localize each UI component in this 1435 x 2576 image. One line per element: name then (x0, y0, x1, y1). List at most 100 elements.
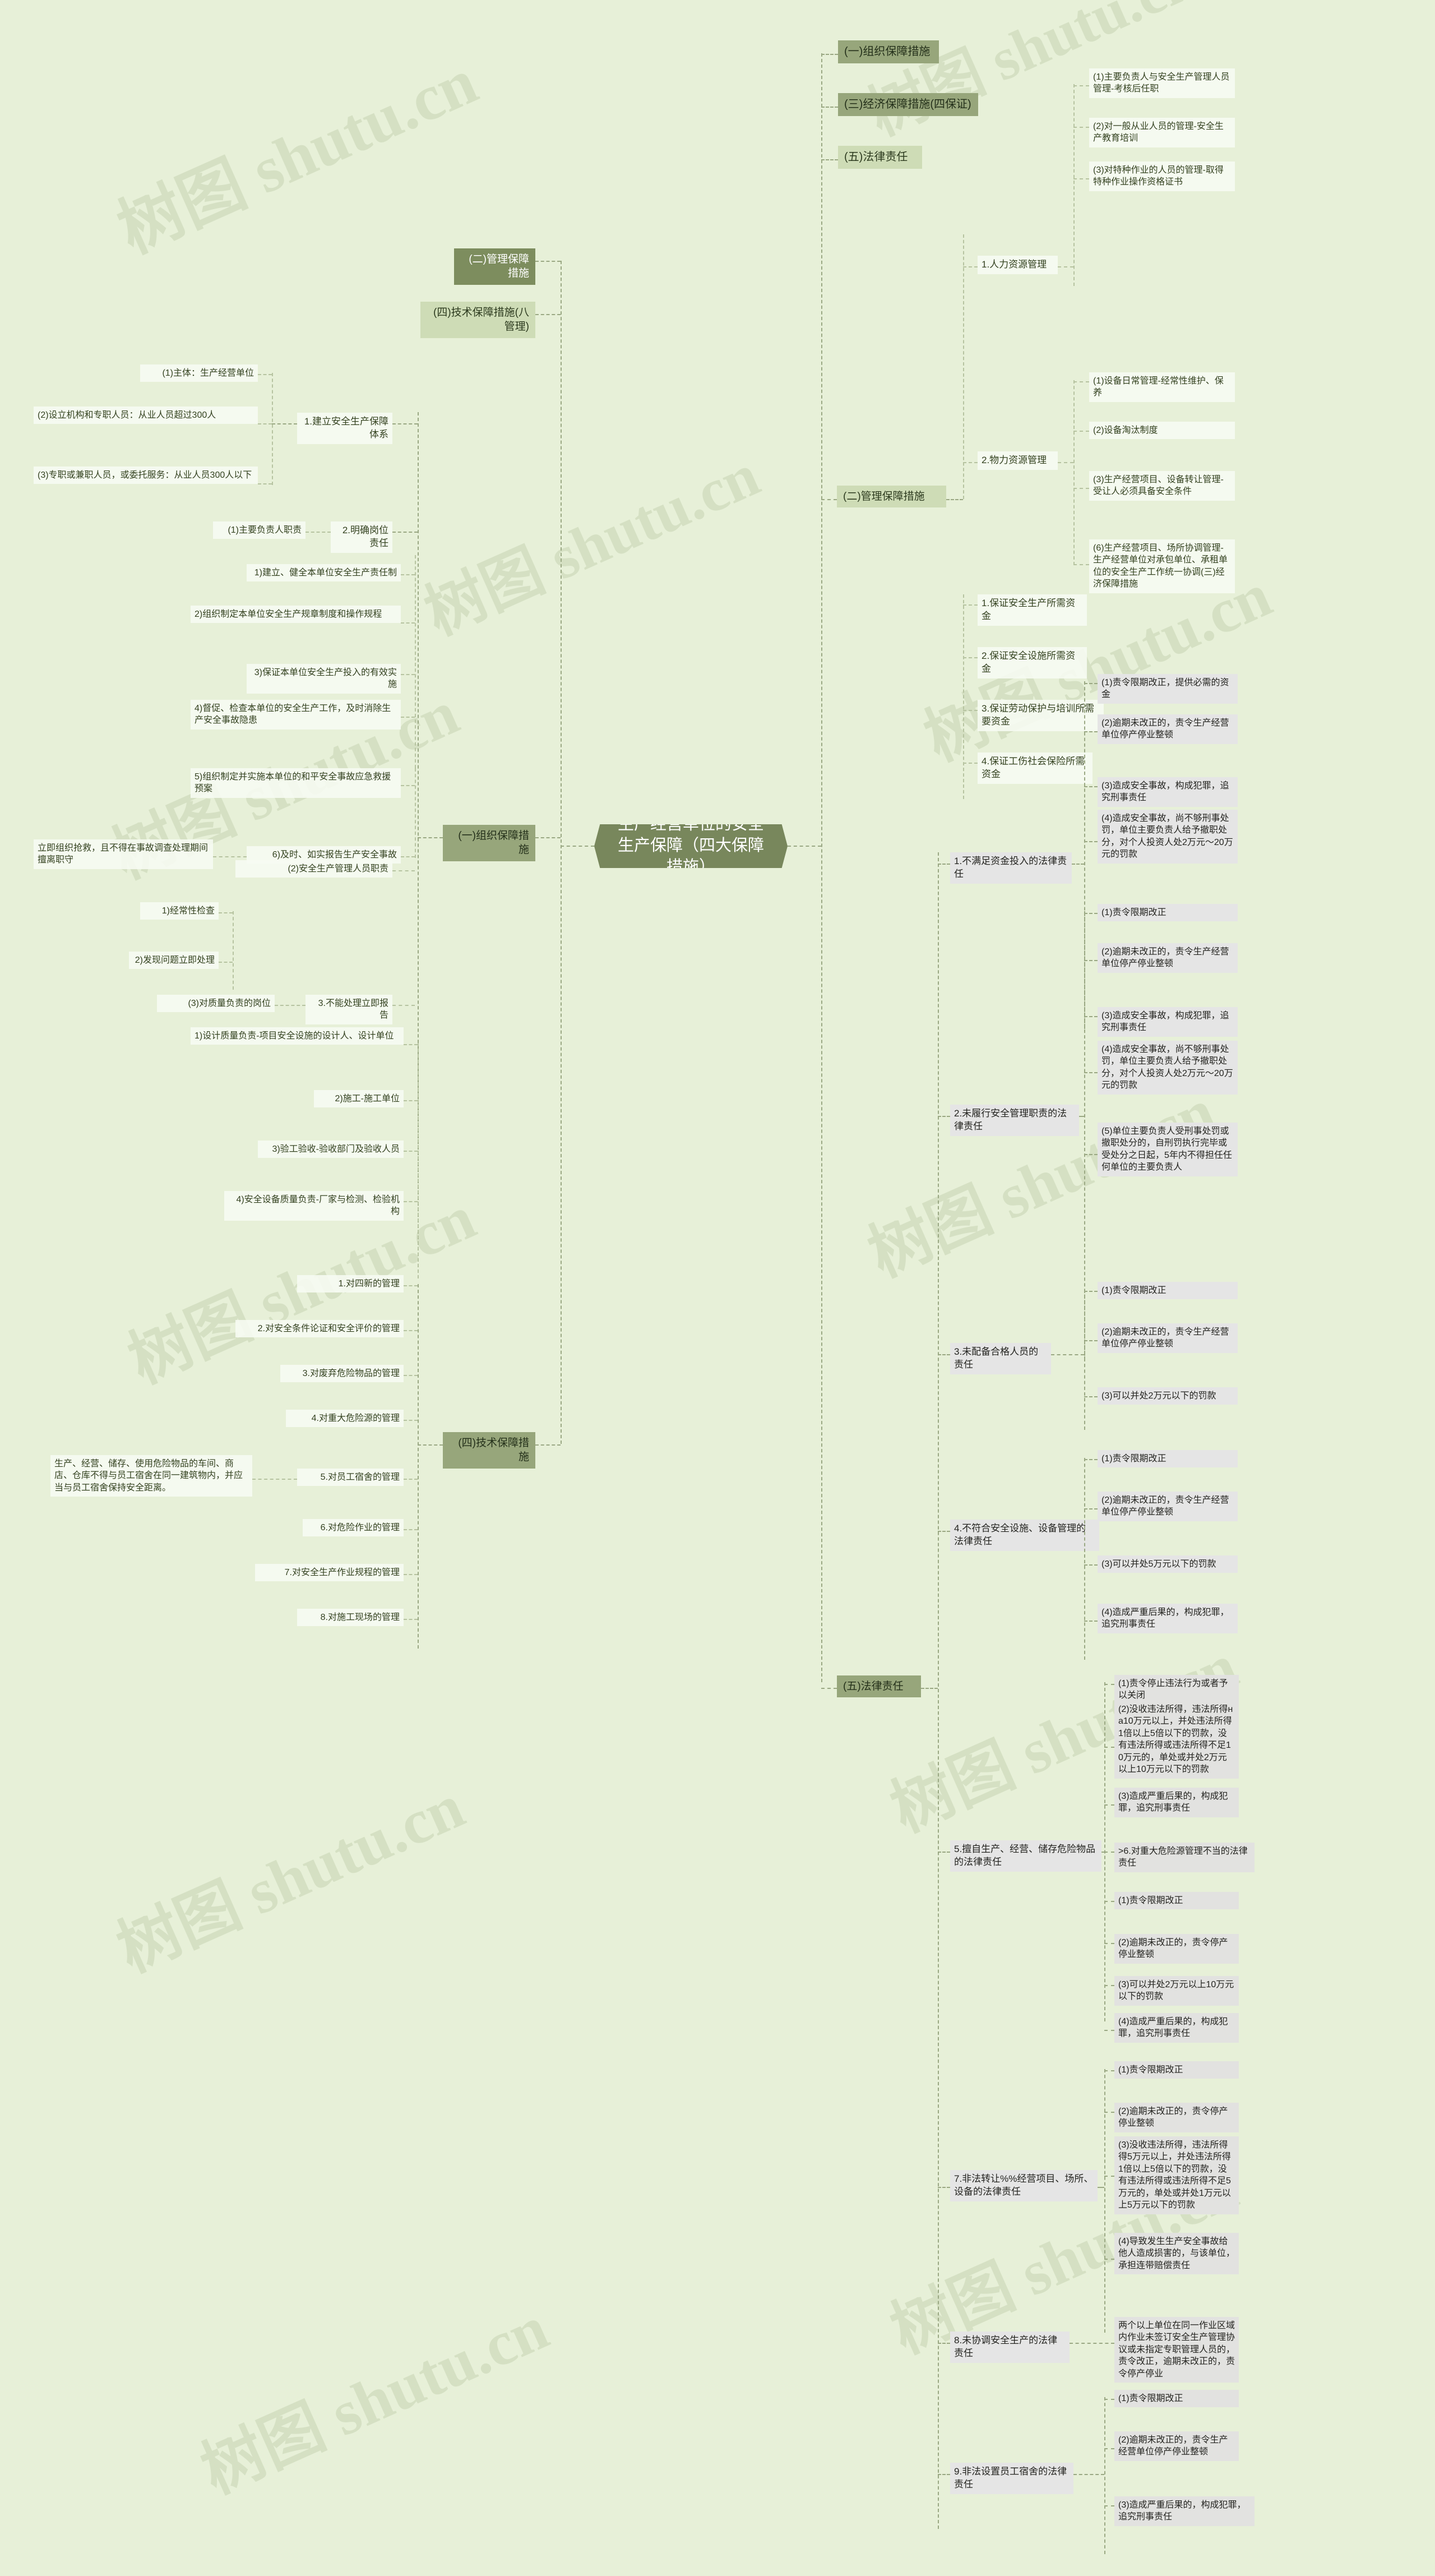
legal-item[interactable]: (1)责令限期改正 (1098, 904, 1238, 922)
connector (272, 373, 273, 485)
hr-item[interactable]: (3)对特种作业的人员的管理-取得特种作业操作资格证书 (1089, 161, 1235, 191)
branch-org-measures[interactable]: (一)组织保障措施 (838, 40, 939, 63)
legal-item[interactable]: (4)造成严重后果的，构成犯罪，追究刑事责任 (1098, 1604, 1238, 1633)
branch-legal-node[interactable]: (五)法律责任 (837, 1675, 921, 1698)
branch-econ-measures[interactable]: (三)经济保障措施(四保证) (838, 93, 978, 116)
branch-tech-node[interactable]: (四)技术保障措施 (443, 1432, 535, 1469)
group-material-management[interactable]: 2.物力资源管理 (978, 451, 1058, 470)
principal-duty-item[interactable]: 1)建立、健全本单位安全生产责任制 (247, 564, 401, 582)
tech-item[interactable]: 4.对重大危险源的管理 (286, 1410, 404, 1428)
legal-item[interactable]: (2)没收违法所得，违法所得на10万元以上，并处违法所得1倍以上5倍以下的罚款… (1114, 1701, 1239, 1779)
legal-item[interactable]: (3)没收违法所得，违法所得得5万元以上，并处违法所得1倍以上5倍以下的罚款，没… (1114, 2136, 1239, 2214)
legal-item[interactable]: (3)可以并处2万元以下的罚款 (1098, 1387, 1238, 1405)
tech-item[interactable]: 6.对危险作业的管理 (303, 1519, 404, 1537)
principal-duty-item[interactable]: 4)督促、检查本单位的安全生产工作，及时消除生产安全事故隐患 (191, 700, 401, 730)
connector (404, 1529, 418, 1530)
connector (535, 261, 561, 262)
legal-item[interactable]: (1)责令限期改正 (1114, 2390, 1239, 2408)
branch-mgmt-label-left[interactable]: (二)管理保障措施 (454, 248, 535, 285)
legal-item[interactable]: 两个以上单位在同一作业区域内作业未签订安全生产管理协议或未指定专职管理人员的，责… (1114, 2317, 1239, 2383)
legal-item[interactable]: (1)责令限期改正 (1114, 1892, 1239, 1910)
legal-item[interactable]: (4)造成安全事故，尚不够刑事处罚，单位主要负责人给予撤职处分，对个人投资人处2… (1098, 1041, 1238, 1095)
safety-mgr-item[interactable]: 1)经常性检查 (140, 902, 219, 920)
legal-item[interactable]: (3)造成严重后果的，构成犯罪，追究刑事责任 (1114, 1788, 1239, 1817)
tech-item[interactable]: 8.对施工现场的管理 (297, 1609, 404, 1627)
econ-item[interactable]: 4.保证工伤社会保险所需资金 (978, 753, 1093, 784)
branch-legal-responsibility[interactable]: (五)法律责任 (838, 146, 922, 169)
material-item[interactable]: (2)设备淘汰制度 (1089, 422, 1235, 440)
legal-item[interactable]: (2)逾期未改正的，责令生产经营单位停产停业整顿 (1098, 714, 1238, 744)
principal-duty-note[interactable]: 立即组织抢救，且不得在事故调查处理期间擅离职守 (34, 839, 213, 869)
legal-group-label[interactable]: 5.擅自生产、经营、储存危险物品的法律责任 (950, 1840, 1101, 1872)
tech-item[interactable]: 5.对员工宿舍的管理 (297, 1469, 404, 1486)
legal-item[interactable]: (4)造成严重后果的，构成犯罪，追究刑事责任 (1114, 2013, 1239, 2043)
branch-tech-label-left[interactable]: (四)技术保障措施(八管理) (420, 302, 535, 338)
tech-item[interactable]: 3.对废弃危险物品的管理 (280, 1365, 404, 1383)
group-post-duty[interactable]: 2.明确岗位责任 (331, 521, 392, 553)
report-sub-label[interactable]: (3)对质量负责的岗位 (157, 995, 275, 1013)
econ-item[interactable]: 1.保证安全生产所需资金 (978, 594, 1087, 626)
principal-duty-item[interactable]: 2)组织制定本单位安全生产规章制度和操作规程 (191, 606, 401, 624)
material-item[interactable]: (6)生产经营项目、场所协调管理-生产经营单位对承包单位、承租单位的安全生产工作… (1089, 539, 1235, 593)
connector (233, 911, 234, 990)
tech-item[interactable]: 7.对安全生产作业规程的管理 (255, 1564, 404, 1582)
legal-item[interactable]: (1)责令限期改正，提供必需的资金 (1098, 674, 1238, 704)
branch-mgmt-measures[interactable]: (二)管理保障措施 (837, 486, 946, 508)
material-item[interactable]: (3)生产经营项目、设备转让管理-受让人必须具备安全条件 (1089, 471, 1235, 501)
legal-item[interactable]: (1)责令停止违法行为或者予以关闭 (1114, 1675, 1239, 1705)
tech-item[interactable]: 1.对四新的管理 (297, 1275, 404, 1293)
hr-item[interactable]: (1)主要负责人与安全生产管理人员管理-考核后任职 (1089, 68, 1235, 98)
legal-item[interactable]: (2)逾期未改正的，责令生产经营单位停产停业整顿 (1098, 1492, 1238, 1521)
group-hr-management[interactable]: 1.人力资源管理 (978, 256, 1058, 274)
legal-item[interactable]: (2)逾期未改正的，责令生产经营单位停产停业整顿 (1098, 1323, 1238, 1353)
legal-item[interactable]: (2)逾期未改正的，责令停产停业整顿 (1114, 1934, 1239, 1964)
econ-item[interactable]: 2.保证安全设施所需资金 (978, 647, 1087, 678)
legal-item[interactable]: (3)可以并处5万元以下的罚款 (1098, 1555, 1238, 1573)
material-item[interactable]: (1)设备日常管理-经常性维护、保养 (1089, 372, 1235, 402)
legal-group-label[interactable]: >6.对重大危险源管理不当的法律责任 (1114, 1843, 1255, 1872)
legal-item[interactable]: (4)导致发生生产安全事故给他人造成损害的，与该单位，承担连带赔偿责任 (1114, 2233, 1239, 2275)
legal-item[interactable]: (2)逾期未改正的，责令停产停业整顿 (1114, 2103, 1239, 2132)
legal-item[interactable]: (3)造成安全事故，构成犯罪，追究刑事责任 (1098, 777, 1238, 807)
system-item[interactable]: (2)设立机构和专职人员：从业人员超过300人 (34, 407, 258, 424)
system-item[interactable]: (3)专职或兼职人员，或委托服务：从业人员300人以下 (34, 467, 258, 484)
legal-item[interactable]: (4)造成安全事故，尚不够刑事处罚，单位主要负责人给予撤职处分，对个人投资人处2… (1098, 810, 1238, 864)
safety-mgr-item[interactable]: 2)发现问题立即处理 (129, 952, 219, 970)
legal-item[interactable]: (1)责令限期改正 (1098, 1450, 1238, 1468)
group-safety-system[interactable]: 1.建立安全生产保障体系 (297, 413, 392, 444)
connector (1104, 1901, 1114, 1902)
legal-item[interactable]: (3)可以并处2万元以上10万元以下的罚款 (1114, 1976, 1239, 2006)
hr-item[interactable]: (2)对一般从业人员的管理-安全生产教育培训 (1089, 118, 1235, 147)
branch-org-label-left[interactable]: (一)组织保障措施 (443, 825, 535, 861)
legal-group-label[interactable]: 4.不符合安全设施、设备管理的法律责任 (950, 1520, 1099, 1551)
legal-item[interactable]: (2)逾期未改正的，责令生产经营单位停产停业整顿 (1114, 2431, 1239, 2461)
safety-mgr-duty-label[interactable]: (2)安全生产管理人员职责 (235, 860, 392, 878)
principal-duty-item[interactable]: 5)组织制定并实施本单位的和平安全事故应急救援预案 (191, 768, 401, 798)
system-item[interactable]: (1)主体：生产经营单位 (140, 364, 258, 382)
quality-item[interactable]: 1)设计质量负责-项目安全设施的设计人、设计单位 (191, 1027, 404, 1045)
connector (401, 785, 415, 786)
principal-duty-label[interactable]: (1)主要负责人职责 (213, 521, 305, 539)
legal-group-label[interactable]: 7.非法转让%%经营项目、场所、设备的法律责任 (950, 2170, 1098, 2201)
legal-item[interactable]: (5)单位主要负责人受刑事处罚或撤职处分的，自刑罚执行完毕或受处分之日起，5年内… (1098, 1123, 1238, 1176)
legal-group-label[interactable]: 8.未协调安全生产的法律责任 (950, 2332, 1070, 2363)
root-node[interactable]: 生产经营单位的安全生产保障（四大保障措施） (594, 824, 788, 868)
quality-item[interactable]: 4)安全设备质量负责-厂家与检测、检验机构 (224, 1191, 404, 1221)
connector (404, 1574, 418, 1575)
quality-item[interactable]: 3)验工验收-验收部门及验收人员 (258, 1141, 404, 1158)
report-label[interactable]: 3.不能处理立即报告 (305, 995, 392, 1024)
legal-group-label[interactable]: 9.非法设置员工宿舍的法律责任 (950, 2463, 1073, 2494)
principal-duty-item[interactable]: 3)保证本单位安全生产投入的有效实施 (247, 664, 401, 694)
legal-group-label[interactable]: 2.未履行安全管理职责的法律责任 (950, 1105, 1079, 1136)
watermark: 树图 shutu.cn (859, 1076, 1225, 1290)
legal-group-label[interactable]: 1.不满足资金投入的法律责任 (950, 852, 1072, 884)
legal-item[interactable]: (2)逾期未改正的，责令生产经营单位停产停业整顿 (1098, 943, 1238, 973)
dorm-note[interactable]: 生产、经营、储存、使用危险物品的车间、商店、仓库不得与员工宿舍在同一建筑物内，并… (50, 1455, 252, 1497)
legal-item[interactable]: (3)造成严重后果的，构成犯罪，追究刑事责任 (1114, 2496, 1255, 2526)
legal-item[interactable]: (1)责令限期改正 (1114, 2061, 1239, 2079)
legal-item[interactable]: (3)造成安全事故，构成犯罪，追究刑事责任 (1098, 1007, 1238, 1037)
tech-item[interactable]: 2.对安全条件论证和安全评价的管理 (235, 1320, 404, 1338)
legal-item[interactable]: (1)责令限期改正 (1098, 1282, 1238, 1300)
quality-item[interactable]: 2)施工-施工单位 (314, 1090, 404, 1108)
legal-group-label[interactable]: 3.未配备合格人员的责任 (950, 1343, 1051, 1374)
